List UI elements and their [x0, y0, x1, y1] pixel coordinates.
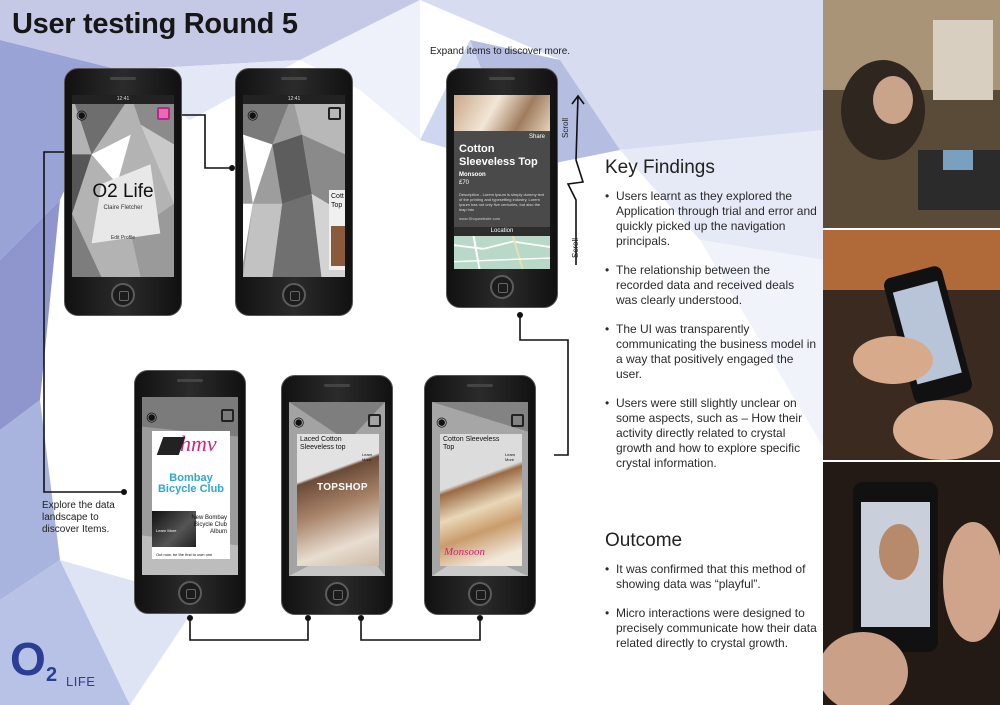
- profile-screen: 12:41 ◉ O2 Life Claire Fletcher Edit Pro…: [72, 95, 174, 277]
- item-title: Cotton Sleeveless Top: [443, 436, 500, 451]
- squares-icon[interactable]: [511, 414, 524, 427]
- eye-icon[interactable]: ◉: [76, 107, 87, 123]
- logo-life: LIFE: [66, 674, 96, 689]
- phone-item-detail: Share Cotton Sleeveless Top Monsoon £70 …: [446, 68, 558, 308]
- home-button-icon[interactable]: [468, 582, 492, 606]
- location-map[interactable]: [454, 235, 550, 269]
- learn-more[interactable]: Learn More: [505, 452, 519, 462]
- page-title: User testing Round 5: [12, 8, 298, 40]
- scroll-label-top: Scroll: [561, 117, 570, 138]
- home-button-icon[interactable]: [282, 283, 306, 307]
- squares-icon[interactable]: [157, 107, 170, 120]
- profile-name: Claire Fletcher: [103, 205, 143, 211]
- speaker: [324, 384, 350, 387]
- hmv-screen: ◉ hmv Bombay Bicycle Club Learn More New…: [142, 397, 238, 575]
- caption-explore: Explore the data landscape to discover I…: [42, 500, 115, 535]
- key-findings-list: Users learnt as they explored the Applic…: [605, 189, 817, 485]
- photo-phone-closeup: [823, 462, 1000, 705]
- peek-card[interactable]: Cott Top: [329, 190, 345, 270]
- landscape-screen: 12:41 ◉ Cott Top: [243, 95, 345, 277]
- speaker: [177, 379, 203, 382]
- phone-landscape: 12:41 ◉ Cott Top: [235, 68, 353, 316]
- home-button-icon[interactable]: [178, 581, 202, 605]
- photo-hands-phone: [823, 230, 1000, 460]
- squares-icon[interactable]: [368, 414, 381, 427]
- album-title: New Bombay Bicycle Club Album: [191, 515, 227, 535]
- outcome-item: Micro interactions were designed to prec…: [605, 606, 817, 651]
- item-card: Share Cotton Sleeveless Top Monsoon £70 …: [454, 131, 550, 227]
- logo-o: O: [10, 633, 46, 685]
- outcome-item: It was confirmed that this method of sho…: [605, 562, 817, 592]
- squares-icon[interactable]: [221, 409, 234, 422]
- status-bar: 12:41: [243, 95, 345, 104]
- album-footer: Out now, be the first to own one: [156, 552, 213, 557]
- finding-item: The relationship between the recorded da…: [605, 263, 817, 308]
- photo-user-at-desk: [823, 0, 1000, 228]
- speaker: [489, 77, 515, 80]
- item-brand: Monsoon: [459, 172, 486, 178]
- outcome-list: It was confirmed that this method of sho…: [605, 562, 817, 665]
- hmv-logo: hmv: [180, 431, 217, 456]
- home-button-icon[interactable]: [325, 582, 349, 606]
- home-button-icon[interactable]: [111, 283, 135, 307]
- monsoon-screen: ◉ Cotton Sleeveless Top Learn More Monso…: [432, 402, 528, 576]
- outcome-heading: Outcome: [605, 530, 683, 551]
- hmv-tile[interactable]: hmv Bombay Bicycle Club Learn More New B…: [152, 431, 230, 559]
- monsoon-logo: Monsoon: [444, 546, 485, 558]
- speaker: [110, 77, 136, 80]
- phone-topshop: ◉ Laced Cotton Sleeveless top TOPSHOP Le…: [281, 375, 393, 615]
- eye-icon[interactable]: ◉: [293, 414, 304, 430]
- learn-more[interactable]: Learn More: [362, 452, 376, 462]
- peek-sub: Top: [331, 202, 343, 209]
- phone-hmv: ◉ hmv Bombay Bicycle Club Learn More New…: [134, 370, 246, 614]
- phone-profile: 12:41 ◉ O2 Life Claire Fletcher Edit Pro…: [64, 68, 182, 316]
- item-title: Cotton Sleeveless Top: [459, 143, 538, 168]
- band-name: Bombay Bicycle Club: [157, 472, 225, 495]
- key-findings-heading: Key Findings: [605, 157, 715, 178]
- learn-more[interactable]: Learn More: [156, 527, 176, 534]
- topshop-logo: TOPSHOP: [317, 482, 368, 493]
- status-bar: 12:41: [72, 95, 174, 104]
- edit-profile-link[interactable]: Edit Profile: [72, 235, 174, 241]
- o2-life-logo: O 2 LIFE: [10, 633, 95, 689]
- caption-expand: Expand items to discover more.: [430, 46, 571, 57]
- topshop-screen: ◉ Laced Cotton Sleeveless top TOPSHOP Le…: [289, 402, 385, 576]
- scroll-label-bottom: Scroll: [571, 237, 580, 258]
- speaker: [281, 77, 307, 80]
- item-url[interactable]: www.Shopwebsite.com: [459, 216, 545, 221]
- location-header: Location: [454, 227, 550, 236]
- speaker: [467, 384, 493, 387]
- peek-title: Cott: [331, 193, 344, 200]
- finding-item: Users were still slightly unclear on som…: [605, 396, 817, 471]
- finding-item: The UI was transparently communicating t…: [605, 322, 817, 382]
- eye-icon[interactable]: ◉: [247, 107, 258, 123]
- phone-monsoon: ◉ Cotton Sleeveless Top Learn More Monso…: [424, 375, 536, 615]
- product-photo: [454, 95, 550, 131]
- eye-icon[interactable]: ◉: [146, 409, 157, 425]
- share-button[interactable]: Share: [529, 134, 545, 140]
- item-description: Description - Lorem Ipsum is simply dumm…: [459, 192, 545, 212]
- home-button-icon[interactable]: [490, 275, 514, 299]
- detail-screen: Share Cotton Sleeveless Top Monsoon £70 …: [454, 95, 550, 269]
- topshop-tile[interactable]: Laced Cotton Sleeveless top TOPSHOP Lear…: [297, 434, 379, 566]
- item-price: £70: [459, 180, 470, 186]
- peek-photo: [331, 226, 345, 266]
- app-title: O2 Life: [92, 181, 154, 202]
- logo-two: 2: [46, 664, 58, 686]
- finding-item: Users learnt as they explored the Applic…: [605, 189, 817, 249]
- monsoon-tile[interactable]: Cotton Sleeveless Top Learn More Monsoon: [440, 434, 522, 566]
- slide: User testing Round 5 Scroll Scroll Expan…: [0, 0, 1000, 705]
- eye-icon[interactable]: ◉: [436, 414, 447, 430]
- squares-icon[interactable]: [328, 107, 341, 120]
- item-title: Laced Cotton Sleeveless top: [300, 436, 346, 451]
